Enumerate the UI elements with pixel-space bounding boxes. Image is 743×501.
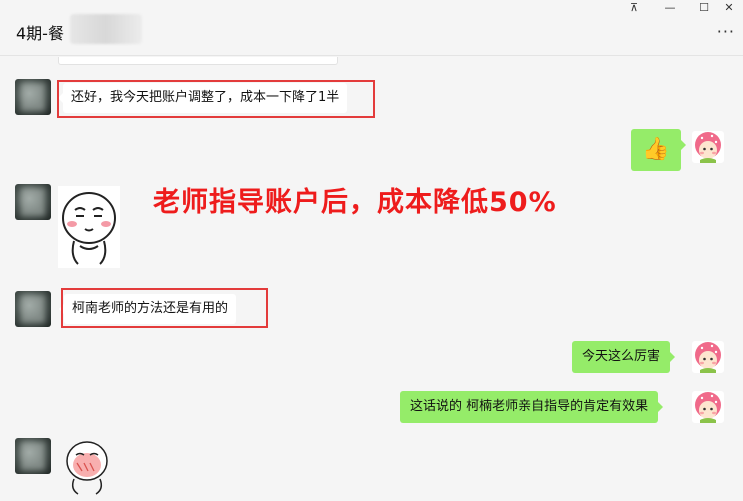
message-bubble[interactable]: 👍 bbox=[631, 129, 686, 171]
shy-face-sticker[interactable] bbox=[58, 186, 120, 268]
highlight-box bbox=[57, 80, 375, 118]
chat-title: 4期-餐 bbox=[16, 24, 64, 43]
minimize-icon[interactable]: — bbox=[656, 0, 684, 18]
message-list[interactable]: 还好，我今天把账户调整了，成本一下降了1半 👍 老师指导账户后，成本降低50% … bbox=[0, 57, 743, 501]
previous-message-bubble bbox=[58, 57, 338, 65]
my-avatar[interactable] bbox=[692, 391, 724, 423]
strawberry-girl-icon bbox=[695, 132, 721, 163]
blurred-title-region bbox=[70, 14, 142, 44]
contact-avatar[interactable] bbox=[15, 184, 51, 220]
blushing-face-sticker[interactable] bbox=[62, 439, 112, 495]
pin-icon[interactable]: ⊼ bbox=[620, 0, 648, 18]
maximize-icon[interactable]: ☐ bbox=[690, 0, 718, 18]
my-avatar[interactable] bbox=[692, 131, 724, 163]
message-text: 这话说的 柯楠老师亲自指导的肯定有效果 bbox=[410, 399, 649, 414]
contact-avatar[interactable] bbox=[15, 291, 51, 327]
contact-avatar[interactable] bbox=[15, 79, 51, 115]
contact-avatar[interactable] bbox=[15, 438, 51, 474]
message-bubble[interactable]: 今天这么厉害 bbox=[572, 341, 676, 373]
strawberry-girl-icon bbox=[695, 342, 721, 373]
highlight-box bbox=[61, 288, 268, 328]
message-text: 今天这么厉害 bbox=[582, 349, 661, 364]
my-avatar[interactable] bbox=[692, 341, 724, 373]
annotation-headline: 老师指导账户后，成本降低50% bbox=[153, 187, 557, 218]
message-bubble[interactable]: 这话说的 柯楠老师亲自指导的肯定有效果 bbox=[400, 391, 664, 423]
chat-title-bar: 4期-餐 ⊼ — ☐ ✕ ··· bbox=[0, 0, 743, 56]
thumbs-up-icon: 👍 bbox=[642, 137, 670, 162]
more-options-icon[interactable]: ··· bbox=[717, 22, 735, 41]
strawberry-girl-icon bbox=[695, 392, 721, 423]
close-icon[interactable]: ✕ bbox=[715, 0, 743, 18]
